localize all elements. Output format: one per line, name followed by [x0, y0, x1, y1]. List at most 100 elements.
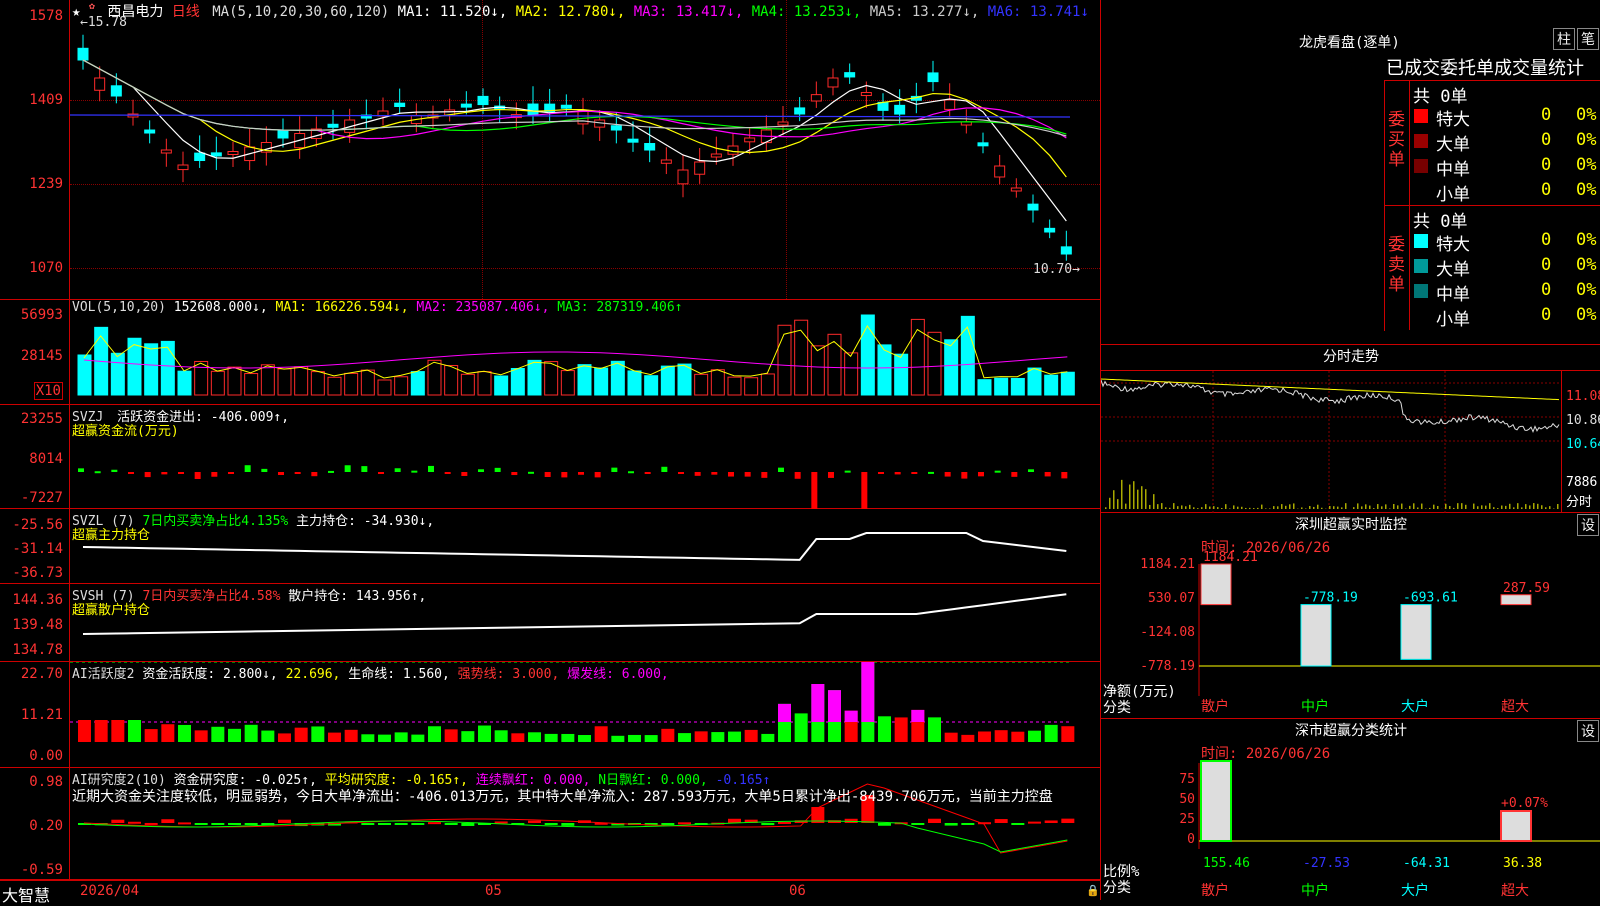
kline-panel[interactable]: 1578 1409 1239 1070 ★ ✿ 西昌电力 日线 MA(5,10,… [0, 0, 1100, 300]
activity-bar [1045, 725, 1058, 742]
date-label: 2026/04 [80, 883, 139, 899]
period-label[interactable]: 日线 [172, 4, 200, 20]
date-label: 05 [485, 883, 502, 899]
volume-bar [345, 373, 358, 395]
intraday-vol-bar [1433, 505, 1435, 509]
research-bar [128, 822, 141, 824]
activity-bar [895, 717, 908, 742]
activity-bar [578, 735, 591, 742]
volume-bar [111, 353, 124, 395]
activity-bar [428, 726, 441, 742]
volume-bar [528, 360, 541, 395]
flow-bar [745, 472, 751, 477]
sz-monitor-value: 287.59 [1503, 581, 1550, 596]
intraday-vol-bar [1557, 504, 1559, 509]
intraday-vol-bar [1133, 481, 1135, 509]
svzj-panel[interactable]: 23255 8014 -7227 SVZJ 活跃资金进出: -406.009↑,… [0, 405, 1100, 509]
sz-class-panel[interactable]: 深市超赢分类统计 设 时间: 2026/06/26 7550250155.46散… [1101, 719, 1600, 900]
intraday-vol-bar [1265, 508, 1267, 509]
intraday-vol-bar [1485, 506, 1487, 509]
sz-class-cat: 超大 [1501, 883, 1529, 899]
ai1-tick: 11.21 [21, 707, 63, 723]
sz-class-xlabel: 分类 [1103, 877, 1131, 897]
buy-side-label: 委买单 [1388, 110, 1408, 170]
intraday-vol-bar [1117, 499, 1119, 509]
flow-bar [211, 472, 217, 477]
volume-axis: 56993 28145 X10 [0, 300, 70, 404]
candle-body [1045, 228, 1055, 232]
candle-body [678, 170, 688, 184]
research-bar [378, 823, 391, 825]
intraday-vol-bar [1541, 505, 1543, 509]
volume-bar [245, 374, 258, 395]
research-bar [178, 822, 191, 824]
intraday-vol-bar [1437, 506, 1439, 509]
intraday-vol-bar [1369, 506, 1371, 509]
intraday-panel[interactable]: 分时走势 11.08 10.86 10.64 7886 分时 [1101, 345, 1600, 513]
candle-body [628, 139, 638, 142]
research-bar [545, 823, 558, 825]
volume-bar [978, 380, 991, 395]
bar-mode-button[interactable]: 柱 [1553, 28, 1575, 50]
row-value: 0 [1541, 105, 1551, 125]
activity-bar [478, 726, 491, 742]
ma2-line [83, 60, 1066, 177]
ma1-line [83, 60, 1066, 221]
candle-body [328, 124, 338, 127]
volume-chart [70, 300, 1100, 405]
candle-body [945, 100, 955, 109]
lock-icon[interactable]: 🔒 [1086, 884, 1100, 897]
intraday-vol-bar [1181, 505, 1183, 509]
svzl-panel[interactable]: -25.56 -31.14 -36.73 SVZL (7) 7日内买卖净占比4.… [0, 509, 1100, 584]
intraday-vol-bar [1293, 503, 1295, 509]
row-name: 特大 [1436, 230, 1470, 255]
volume-bar [1061, 372, 1074, 395]
candle-body [561, 105, 571, 108]
intraday-vol-bar [1129, 485, 1131, 509]
volume-bar [561, 371, 574, 395]
flow-bar [661, 467, 667, 472]
ai-comment: 近期大资金关注度较低，明显弱势，今日大单净流出：-406.013万元，其中特大单… [72, 786, 1097, 806]
pen-mode-button[interactable]: 笔 [1577, 28, 1599, 50]
ai-research-panel[interactable]: 0.98 0.20 -0.59 AI研究度2(10) 资金研究度: -0.025… [0, 768, 1100, 880]
flow-bar [178, 472, 184, 474]
volume-bar [178, 371, 191, 395]
longhu-tabs[interactable]: 已成交委托单成交量统计 [1386, 54, 1584, 80]
flow-bar [311, 472, 317, 476]
intraday-vol-bar [1193, 507, 1195, 509]
intraday-vol-bar [1137, 490, 1139, 509]
candle-body [695, 162, 705, 174]
volume-bar [295, 367, 308, 395]
sz-class-value: -64.31 [1403, 856, 1450, 871]
candle-body [845, 73, 855, 77]
flow-bar [95, 471, 101, 473]
volume-bar [78, 355, 91, 395]
research-bar [245, 823, 258, 825]
intraday-vol-bar [1457, 503, 1459, 509]
svsh-panel[interactable]: 144.36 139.48 134.78 SVSH (7) 7日内买卖净占比4.… [0, 584, 1100, 662]
buy-total: 共 0单 [1413, 82, 1467, 107]
intraday-vol-bar [1277, 506, 1279, 509]
activity-bar [178, 725, 191, 742]
candlestick-chart[interactable] [70, 0, 1100, 300]
volume-bar [611, 361, 624, 395]
flow-bar [245, 465, 251, 472]
intraday-vol-bar [1189, 505, 1191, 509]
intraday-vol-bar [1481, 505, 1483, 509]
sz-monitor-xlabel: 分类 [1103, 697, 1131, 717]
intraday-vol-bar [1161, 503, 1163, 509]
volume-panel[interactable]: 56993 28145 X10 VOL(5,10,20) 152608.000↓… [0, 300, 1100, 405]
sz-monitor-panel[interactable]: 深圳超赢实时监控 设 时间: 2026/06/26 1184.21530.07-… [1101, 513, 1600, 719]
flow-bar [611, 468, 617, 472]
candle-body [178, 165, 188, 170]
ai-activity-panel[interactable]: 22.70 11.21 0.00 AI活跃度2 资金活跃度: 2.800↓, 2… [0, 662, 1100, 768]
intraday-unit: 分时 [1566, 491, 1592, 510]
activity-bar [695, 731, 708, 742]
right-sidebar: 龙虎看盘(逐单) 柱 笔 已成交委托单成交量统计 委买单 共 0单 特大 0 0… [1100, 0, 1600, 900]
volume-bar [161, 341, 174, 395]
volume-bar [228, 367, 241, 395]
activity-bar [545, 734, 558, 742]
svsh-ratio: 7日内买卖净占比4.58% [142, 589, 280, 604]
intraday-vol-bar [1341, 507, 1343, 509]
row-name: 小单 [1436, 180, 1470, 205]
